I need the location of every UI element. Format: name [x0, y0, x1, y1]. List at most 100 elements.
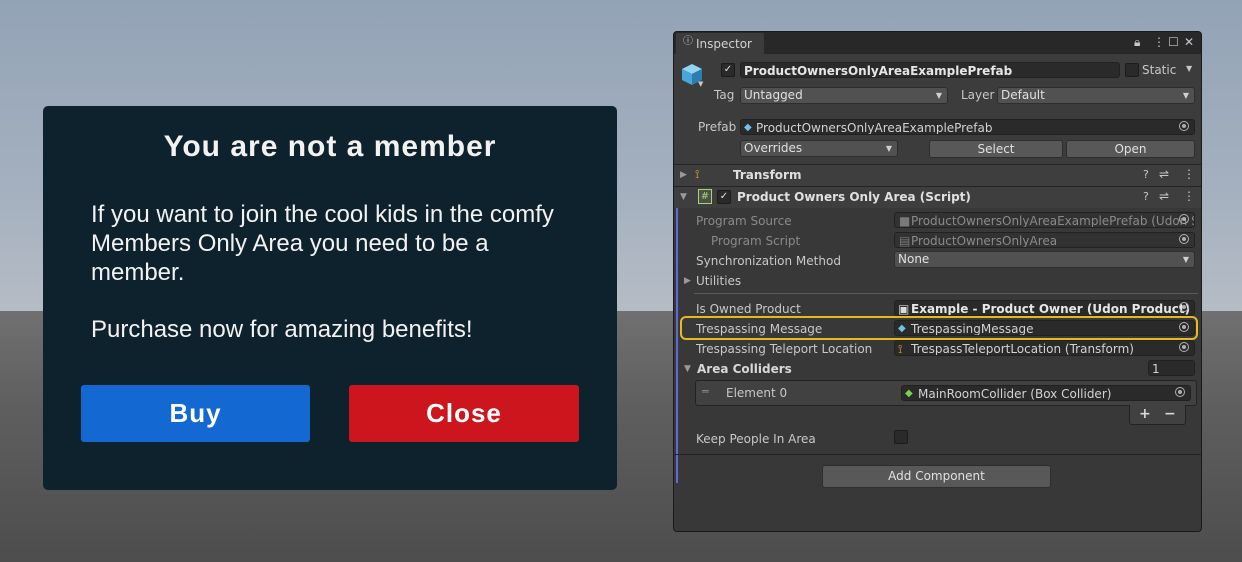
object-picker-icon[interactable] — [1179, 121, 1189, 131]
object-picker-icon[interactable] — [1179, 342, 1189, 352]
popup-title: You are not a member — [163, 130, 497, 163]
element-0-field[interactable]: ◆ MainRoomCollider (Box Collider) — [901, 385, 1191, 401]
owned-product-value: Example - Product Owner (Udon Product) — [911, 302, 1191, 316]
presets-icon[interactable]: ⇌ — [1159, 189, 1169, 203]
script-enabled-checkbox[interactable]: ✓ — [717, 190, 731, 204]
keep-people-label: Keep People In Area — [696, 432, 816, 446]
program-source-label: Program Source — [696, 214, 792, 228]
maximize-icon[interactable]: ☐ — [1168, 34, 1179, 50]
popup-promo: Purchase now for amazing benefits! — [91, 316, 473, 343]
active-checkbox[interactable]: ✓ — [721, 63, 735, 77]
tag-dropdown[interactable]: Untagged ▼ — [740, 87, 948, 104]
utilities-foldout[interactable]: Utilities — [696, 274, 741, 288]
prefab-cube-icon: ◆ — [898, 323, 906, 334]
program-source-value: ProductOwnersOnlyAreaExamplePrefab (Udon… — [911, 214, 1195, 228]
lock-icon[interactable]: 🔒︎ — [1134, 34, 1140, 50]
teleport-location-field[interactable]: ⟟ TrespassTeleportLocation (Transform) — [894, 340, 1195, 356]
sync-method-label: Synchronization Method — [696, 254, 841, 268]
area-colliders-label[interactable]: Area Colliders — [697, 362, 792, 376]
script-component-header[interactable]: ▼ # ✓ Product Owners Only Area (Script) … — [674, 186, 1201, 208]
chevron-down-icon: ▼ — [1182, 255, 1189, 264]
foldout-down-icon[interactable]: ▼ — [680, 192, 687, 202]
tab-label: Inspector — [696, 37, 752, 51]
sync-method-value: None — [898, 252, 930, 266]
script-indent-bar — [676, 208, 678, 483]
drag-handle-icon[interactable]: ═ — [702, 385, 709, 398]
layer-label: Layer — [961, 88, 995, 102]
add-component-button[interactable]: Add Component — [822, 465, 1051, 488]
element-0-label: Element 0 — [726, 386, 788, 400]
area-colliders-list: ═ Element 0 ◆ MainRoomCollider (Box Coll… — [695, 380, 1197, 406]
owned-product-label: Is Owned Product — [696, 302, 801, 316]
close-window-icon[interactable]: ✕ — [1184, 34, 1194, 50]
tab-inspector[interactable]: ⓘ Inspector — [676, 33, 764, 54]
remove-element-button[interactable]: − — [1164, 406, 1176, 422]
chevron-down-icon[interactable]: ▼ — [698, 80, 703, 88]
list-add-remove-footer: + − — [1129, 405, 1186, 425]
keep-people-checkbox[interactable] — [894, 430, 908, 444]
program-script-label: Program Script — [711, 234, 801, 248]
close-button[interactable]: Close — [349, 385, 579, 442]
more-menu-icon[interactable]: ⋮ — [1183, 189, 1195, 203]
sync-method-dropdown[interactable]: None ▼ — [894, 251, 1195, 268]
add-element-button[interactable]: + — [1139, 406, 1151, 422]
chevron-down-icon: ▼ — [935, 91, 942, 100]
help-icon[interactable]: ? — [1143, 168, 1149, 181]
chevron-down-icon: ▼ — [885, 144, 892, 153]
trespassing-message-label: Trespassing Message — [696, 322, 823, 336]
transform-component-header[interactable]: ▶ ⟟ Transform ? ⇌ ⋮ — [674, 164, 1201, 186]
object-picker-icon[interactable] — [1175, 387, 1185, 397]
script-icon: # — [698, 189, 712, 204]
object-picker-icon — [1179, 234, 1189, 244]
info-icon: ⓘ — [683, 36, 693, 47]
static-dropdown-icon[interactable]: ▼ — [1186, 64, 1192, 73]
transform-title: Transform — [733, 168, 802, 182]
presets-icon[interactable]: ⇌ — [1159, 167, 1169, 181]
foldout-down-icon[interactable]: ▼ — [684, 364, 691, 374]
static-checkbox[interactable] — [1125, 63, 1139, 77]
script-file-icon: ▤ — [899, 234, 911, 248]
prefab-asset-field[interactable]: ◆ ProductOwnersOnlyAreaExamplePrefab — [740, 119, 1195, 135]
owned-product-field[interactable]: ▣ Example - Product Owner (Udon Product) — [894, 300, 1195, 316]
element-0-value: MainRoomCollider (Box Collider) — [918, 387, 1112, 401]
more-menu-icon[interactable]: ⋮ — [1183, 167, 1195, 181]
static-label: Static — [1142, 63, 1177, 77]
trespassing-message-value: TrespassingMessage — [911, 322, 1034, 336]
chevron-down-icon: ▼ — [1182, 91, 1189, 100]
transform-icon: ⟟ — [898, 342, 903, 356]
layer-value: Default — [1001, 88, 1045, 102]
overrides-dropdown[interactable]: Overrides ▼ — [740, 140, 898, 157]
more-menu-icon[interactable]: ⋮ — [1153, 34, 1165, 50]
teleport-location-value: TrespassTeleportLocation (Transform) — [911, 342, 1134, 356]
separator — [674, 454, 1201, 455]
foldout-right-icon[interactable]: ▶ — [684, 276, 691, 286]
tag-label: Tag — [714, 88, 735, 102]
object-picker-icon[interactable] — [1179, 322, 1189, 332]
trespassing-message-field[interactable]: ◆ TrespassingMessage — [894, 320, 1195, 336]
buy-button[interactable]: Buy — [81, 385, 310, 442]
select-button[interactable]: Select — [929, 140, 1063, 158]
foldout-right-icon[interactable]: ▶ — [680, 170, 687, 180]
overrides-label: Overrides — [744, 141, 803, 155]
gameobject-header: ▼ ✓ ProductOwnersOnlyAreaExamplePrefab S… — [674, 54, 1201, 165]
object-picker-icon — [1179, 214, 1189, 224]
tag-value: Untagged — [744, 88, 803, 102]
inspector-window: ⓘ Inspector 🔒︎ ⋮ ☐ ✕ ▼ ✓ ProductOwnersOn… — [673, 31, 1202, 532]
transform-icon: ⟟ — [695, 167, 700, 181]
popup-message: If you want to join the cool kids in the… — [91, 201, 554, 286]
separator — [694, 293, 1198, 294]
box-collider-icon: ◆ — [905, 388, 913, 399]
object-picker-icon[interactable] — [1179, 302, 1189, 312]
asset-icon: ■ — [899, 214, 911, 228]
object-name-field[interactable]: ProductOwnersOnlyAreaExamplePrefab — [740, 62, 1120, 78]
membership-popup: You are not a member If you want to join… — [43, 106, 617, 490]
program-script-field: ▤ ProductOwnersOnlyArea — [894, 232, 1195, 248]
teleport-location-label: Trespassing Teleport Location — [696, 342, 873, 356]
help-icon[interactable]: ? — [1143, 190, 1149, 203]
open-button[interactable]: Open — [1066, 140, 1195, 158]
program-script-value: ProductOwnersOnlyArea — [911, 234, 1058, 248]
script-title: Product Owners Only Area (Script) — [737, 190, 971, 204]
program-source-field: ■ ProductOwnersOnlyAreaExamplePrefab (Ud… — [894, 212, 1195, 228]
layer-dropdown[interactable]: Default ▼ — [997, 87, 1195, 104]
area-colliders-size-field[interactable]: 1 — [1148, 360, 1195, 376]
